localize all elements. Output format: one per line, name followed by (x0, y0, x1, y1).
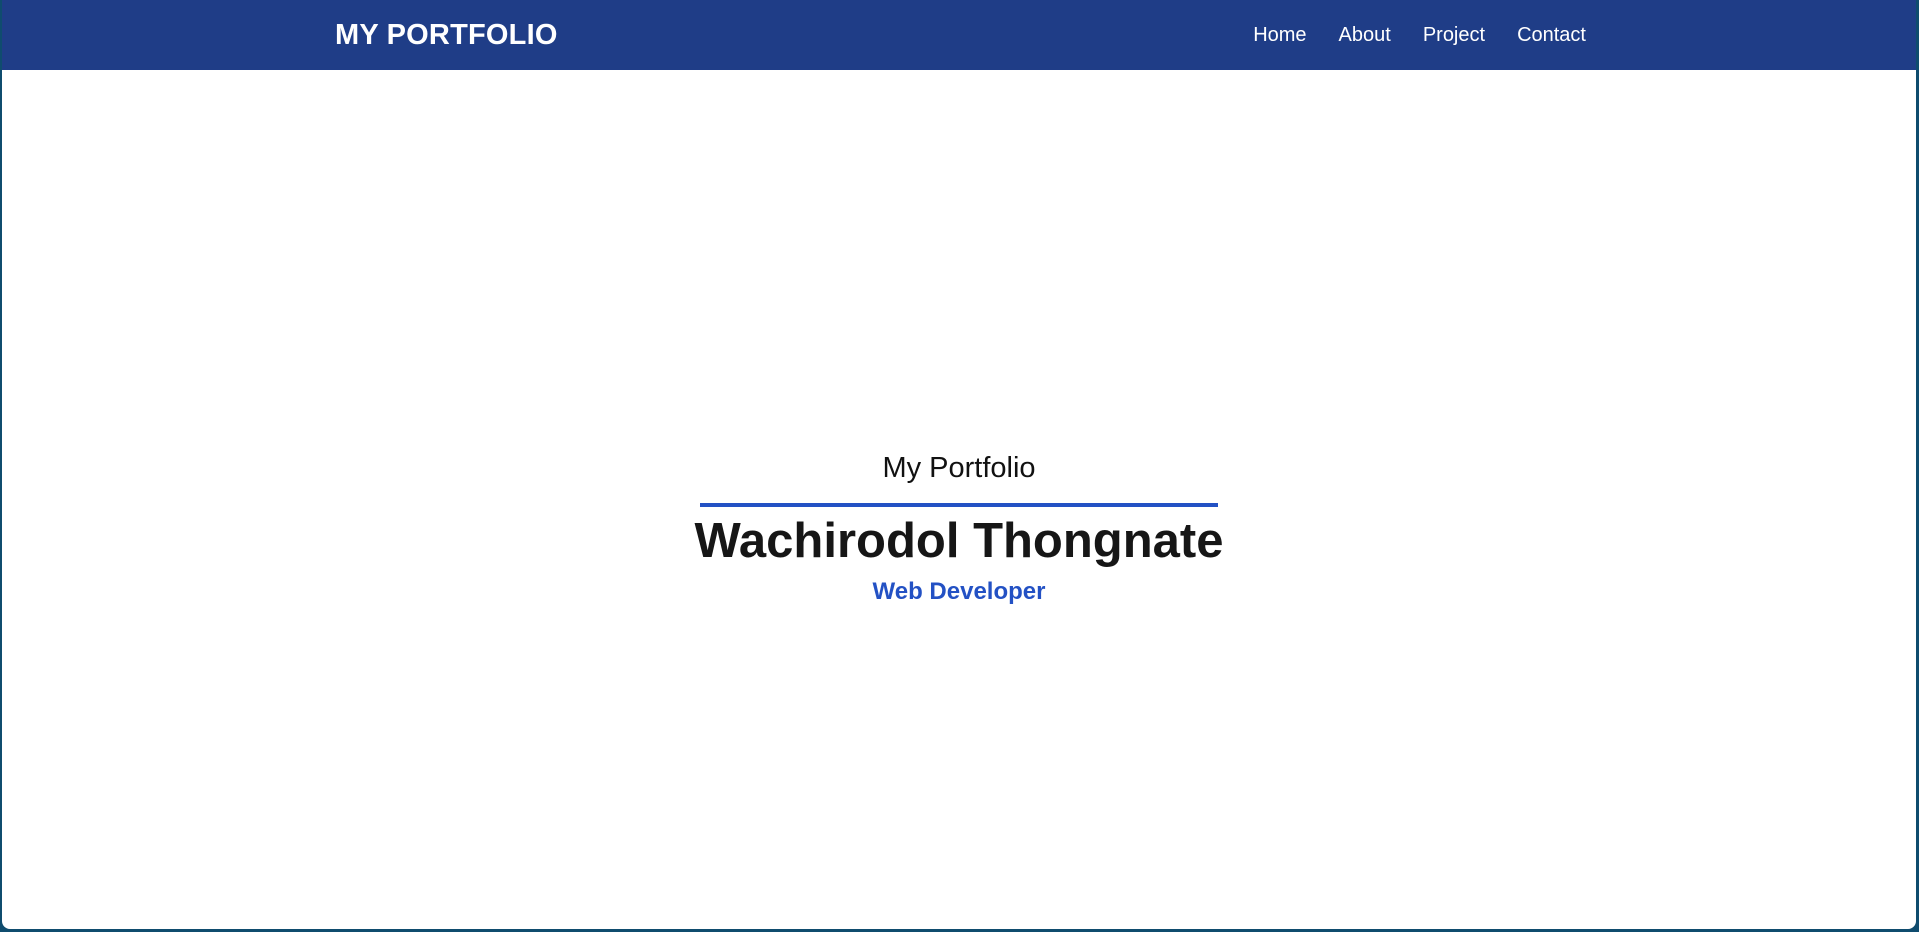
hero-section: My Portfolio Wachirodol Thongnate Web De… (2, 450, 1916, 607)
nav-menu: Home About Project Contact (1221, 23, 1586, 47)
navbar: MY PORTFOLIO Home About Project Contact (2, 0, 1916, 70)
hero-divider (699, 503, 1218, 507)
nav-link-project[interactable]: Project (1423, 23, 1485, 47)
nav-link-home[interactable]: Home (1253, 23, 1306, 47)
hero-name: Wachirodol Thongnate (694, 514, 1224, 568)
nav-link-about[interactable]: About (1339, 23, 1391, 47)
page-frame: MY PORTFOLIO Home About Project Contact … (2, 0, 1916, 929)
hero-content: My Portfolio Wachirodol Thongnate Web De… (695, 450, 1224, 607)
hero-subtitle: My Portfolio (882, 452, 1036, 484)
hero-role: Web Developer (872, 578, 1046, 605)
brand-logo[interactable]: MY PORTFOLIO (335, 17, 558, 53)
nav-link-contact[interactable]: Contact (1517, 23, 1586, 47)
